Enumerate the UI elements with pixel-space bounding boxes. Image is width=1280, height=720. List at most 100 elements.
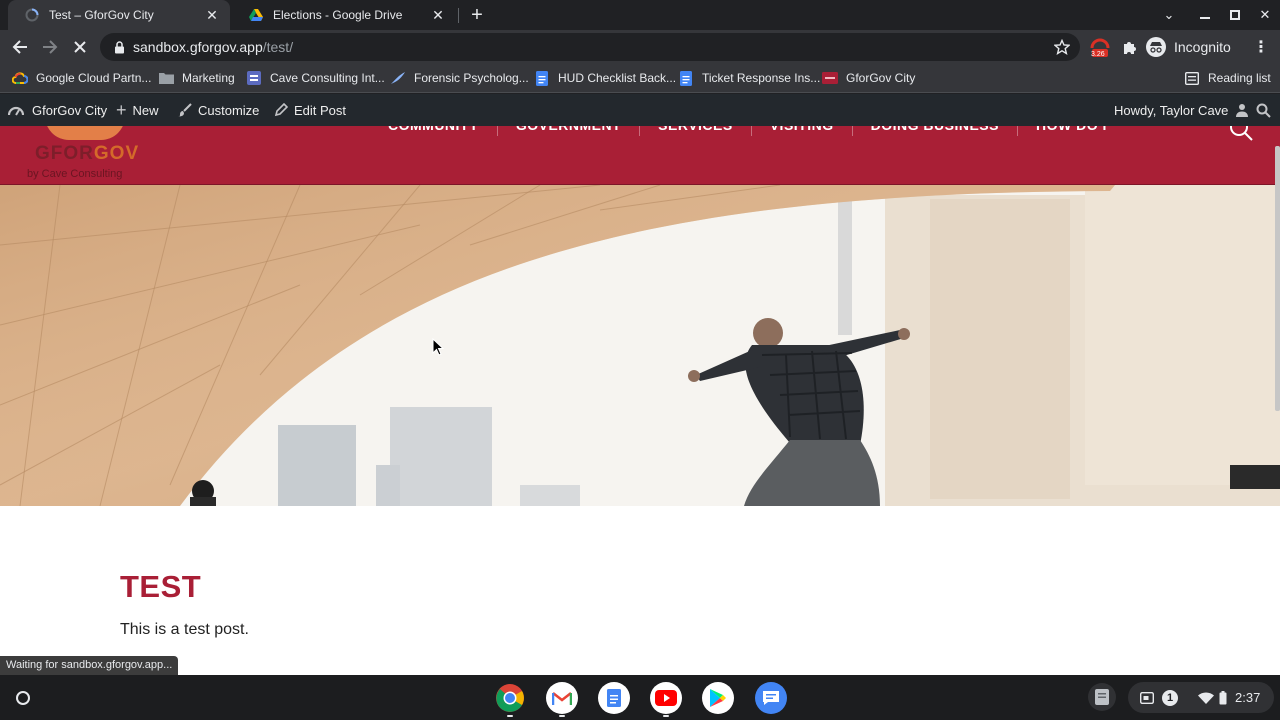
launcher-icon[interactable] [8,683,38,713]
os-shelf: 1 2:37 [0,675,1280,720]
loading-status-bubble: Waiting for sandbox.gforgov.app... [0,656,179,675]
window-close-icon[interactable]: ✕ [1250,0,1280,30]
logo-tagline: by Cave Consulting [27,168,123,180]
logo-wordmark: GFORGOV [35,143,140,164]
extension-badge-count: 3.26 [1091,51,1105,58]
admin-edit-post-button[interactable]: Edit Post [274,94,346,126]
nav-item-visiting[interactable]: VISITING [752,126,853,136]
nav-item-government[interactable]: GOVERNMENT [498,126,641,136]
running-indicator [507,715,513,717]
nav-item-services[interactable]: SERVICES [640,126,752,136]
bookmark-hud-checklist[interactable]: HUD Checklist Back... [534,64,676,92]
status-tray[interactable]: 1 2:37 [1128,682,1274,713]
forward-arrow-icon[interactable] [38,35,62,59]
close-icon[interactable]: ✕ [204,7,220,23]
tab-search-chevron-icon[interactable]: ⌄ [1154,0,1184,30]
nav-item-how-do-i[interactable]: HOW DO I [1018,126,1125,136]
google-drive-icon [248,7,264,23]
incognito-icon [1146,37,1166,57]
post-content: TEST This is a test post. [120,569,249,639]
bookmark-gforgov-city[interactable]: GforGov City [822,64,915,92]
bookmarks-bar: Google Cloud Partn... Marketing Cave Con… [0,64,1280,93]
user-avatar-icon [1235,103,1249,117]
tab-elections-drive[interactable]: Elections - Google Drive ✕ [232,0,456,30]
docs-icon [534,70,550,86]
admin-site-label: GforGov City [32,102,108,118]
play-store-icon[interactable] [702,682,734,714]
bookmark-cave-consulting[interactable]: Cave Consulting Int... [246,64,385,92]
bookmark-marketing[interactable]: Marketing [158,64,235,92]
back-arrow-icon[interactable] [8,35,32,59]
bookmark-label: GforGov City [846,71,916,85]
tab-test-gforgov[interactable]: Test – GforGov City ✕ [8,0,230,30]
stop-loading-icon[interactable] [68,35,92,59]
kebab-menu-icon[interactable]: ⋮ [1249,35,1273,59]
nav-item-community[interactable]: COMMUNITY [370,126,498,136]
incognito-label: Incognito [1174,39,1231,55]
new-tab-icon[interactable]: + [466,4,488,26]
messages-icon[interactable] [755,682,787,714]
bookmark-label: Cave Consulting Int... [270,71,385,85]
docs-icon [678,70,694,86]
admin-customize-label: Customize [198,102,260,118]
mouse-cursor-icon [432,338,444,356]
docs-icon[interactable] [598,682,630,714]
admin-new-button[interactable]: + New [116,94,159,126]
youtube-icon[interactable] [650,682,682,714]
bookmark-forensic-psychology[interactable]: Forensic Psycholog... [390,64,529,92]
admin-search-icon[interactable] [1256,94,1271,126]
running-indicator [559,715,565,717]
main-navigation: COMMUNITY GOVERNMENT SERVICES VISITING D… [370,126,1125,144]
wp-admin-bar: GforGov City + New Customize Edit Post H… [0,94,1280,126]
wifi-icon [1198,691,1214,704]
gmail-icon[interactable] [546,682,578,714]
gforgov-icon [822,70,838,86]
quill-icon [390,70,406,86]
dashboard-gauge-icon [8,103,24,117]
reading-list-button[interactable]: Reading list [1184,64,1271,92]
bookmark-label: Google Cloud Partn... [36,71,152,85]
plus-icon: + [116,99,127,120]
admin-new-label: New [132,102,159,118]
google-cloud-icon [12,70,28,86]
paintbrush-icon [178,103,192,117]
extension-badge-icon[interactable]: 3.26 [1088,35,1112,59]
restore-icon[interactable] [1220,0,1250,30]
tote-holding-space-icon[interactable] [1088,683,1116,711]
screen-capture-icon [1140,691,1154,704]
bookmark-label: Forensic Psycholog... [414,71,529,85]
clock-time: 2:37 [1235,690,1261,705]
logo-mark [45,126,125,140]
close-icon[interactable]: ✕ [430,7,446,23]
lock-icon[interactable] [114,40,125,54]
admin-howdy-account[interactable]: Howdy, Taylor Cave [1114,94,1255,126]
post-body: This is a test post. [120,621,249,638]
admin-edit-post-label: Edit Post [294,102,347,118]
chrome-icon[interactable] [494,682,526,714]
reading-list-label: Reading list [1208,71,1271,85]
bookmark-star-icon[interactable] [1053,38,1071,58]
bookmark-ticket-response[interactable]: Ticket Response Ins... [678,64,820,92]
folder-icon [158,70,174,86]
site-logo[interactable]: GFORGOV by Cave Consulting [27,126,177,184]
minimize-icon[interactable] [1190,0,1220,30]
reading-list-icon [1184,70,1200,86]
tab-title: Test – GforGov City [49,8,154,22]
tab-separator [458,8,459,23]
bookmark-google-cloud[interactable]: Google Cloud Partn... [12,64,151,92]
admin-customize-button[interactable]: Customize [178,94,259,126]
address-bar[interactable]: sandbox.gforgov.app/test/ [100,33,1080,61]
page-scrollbar[interactable] [1275,146,1280,411]
nav-item-doing-business[interactable]: DOING BUSINESS [853,126,1018,136]
site-search-icon[interactable] [1228,126,1254,142]
site-header: GFORGOV by Cave Consulting COMMUNITY GOV… [0,126,1280,185]
incognito-indicator[interactable]: Incognito [1146,34,1231,60]
admin-site-name[interactable]: GforGov City [8,94,113,126]
notification-count-badge: 1 [1162,689,1178,706]
loading-spinner-icon [24,7,40,23]
browser-toolbar: sandbox.gforgov.app/test/ 3.26 Incognito… [0,30,1280,64]
bookmark-label: HUD Checklist Back... [558,71,677,85]
extensions-puzzle-icon[interactable] [1118,35,1142,59]
post-title: TEST [120,569,202,604]
tab-title: Elections - Google Drive [273,8,403,22]
